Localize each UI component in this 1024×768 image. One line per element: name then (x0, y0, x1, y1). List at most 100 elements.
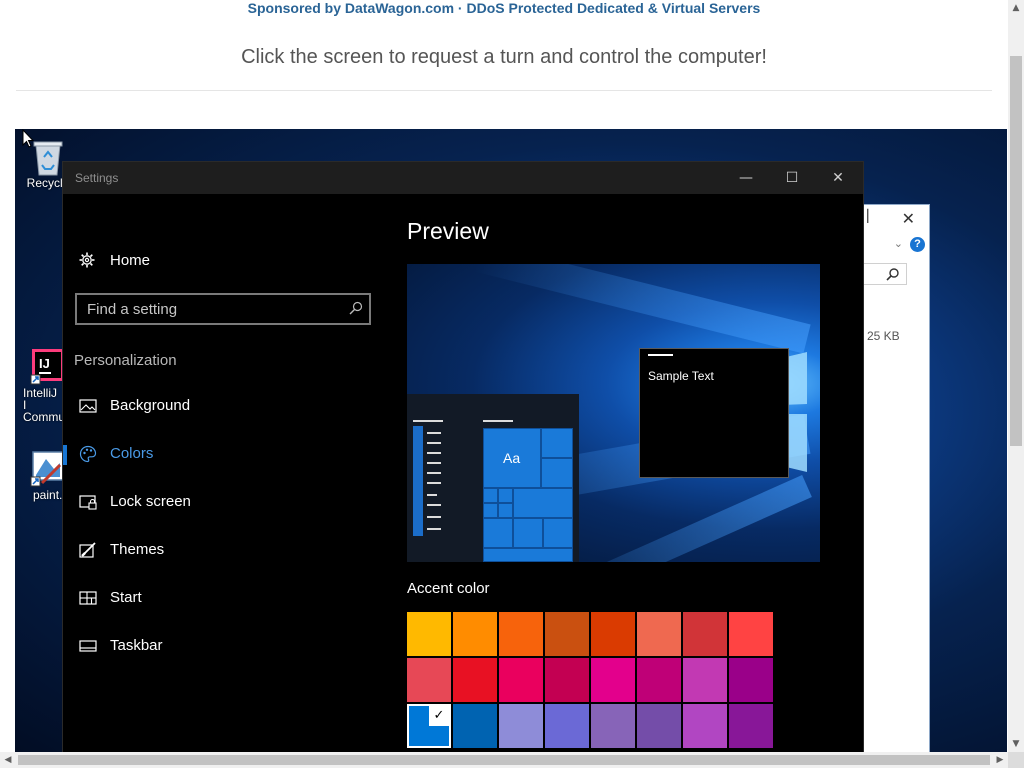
active-indicator (63, 445, 67, 465)
gear-icon (79, 252, 95, 268)
preview-tile (483, 548, 573, 562)
nav-item-themes[interactable]: Themes (63, 528, 383, 572)
accent-swatch[interactable] (545, 658, 589, 702)
preview-tile (483, 518, 513, 548)
accent-swatch[interactable] (591, 658, 635, 702)
title-bar[interactable]: Settings — ☐ ✕ (63, 162, 863, 194)
accent-swatch[interactable] (407, 658, 451, 702)
lock-screen-icon (79, 495, 97, 510)
svg-text:IJ: IJ (39, 356, 50, 371)
nav-item-background[interactable]: Background (63, 384, 383, 428)
start-menu-icon (79, 591, 97, 605)
accent-swatch[interactable] (637, 612, 681, 656)
accent-swatch[interactable] (683, 704, 727, 748)
theme-preview: Aa Sample Text (407, 264, 820, 562)
find-setting-input[interactable] (77, 295, 337, 323)
preview-tile (483, 503, 498, 518)
horizontal-scrollbar[interactable]: ◀ ▶ (0, 752, 1008, 768)
preview-menu-line (413, 420, 443, 422)
explorer-close-button[interactable]: ✕ (902, 209, 915, 229)
help-icon[interactable]: ? (910, 237, 925, 252)
preview-tiles: Aa (483, 428, 573, 562)
settings-window[interactable]: Settings — ☐ ✕ Home Find a setting Perso… (62, 161, 864, 752)
nav-label: Background (110, 397, 191, 414)
accent-swatch[interactable] (453, 704, 497, 748)
search-icon (886, 268, 899, 281)
preview-menu-line (427, 462, 441, 464)
horizontal-scroll-thumb[interactable] (18, 755, 990, 765)
accent-swatch[interactable] (453, 612, 497, 656)
accent-swatch[interactable] (683, 658, 727, 702)
preview-menu-line (427, 442, 441, 444)
accent-swatch[interactable] (453, 658, 497, 702)
colors-content-pane: Preview Aa Sample Text Accent color ✓ (393, 194, 863, 752)
preview-tile (513, 488, 573, 518)
vertical-scrollbar[interactable]: ▲ ▼ (1008, 0, 1024, 752)
accent-swatch[interactable] (499, 704, 543, 748)
accent-swatch[interactable] (545, 612, 589, 656)
preview-menu-line (427, 528, 441, 530)
preview-sample-window: Sample Text (639, 348, 789, 478)
accent-color-heading: Accent color (407, 580, 490, 597)
accent-swatch[interactable] (545, 704, 589, 748)
vertical-scroll-thumb[interactable] (1010, 56, 1022, 446)
close-button[interactable]: ✕ (815, 162, 861, 194)
preview-tile (541, 428, 573, 458)
accent-swatch[interactable] (407, 612, 451, 656)
nav-item-start[interactable]: Start (63, 576, 383, 620)
remote-desktop-screen[interactable]: Recycle IJ IntelliJ I Commu paint.n ✕ ⌄ … (15, 129, 1007, 752)
accent-swatch[interactable] (637, 658, 681, 702)
accent-swatch[interactable] (591, 704, 635, 748)
search-icon (349, 301, 363, 315)
scroll-left-arrow-icon[interactable]: ◀ (0, 752, 16, 768)
nav-label: Lock screen (110, 493, 191, 510)
preview-tile (498, 488, 513, 503)
intellij-idea-icon: IJ (30, 347, 66, 385)
preview-start-menu: Aa (407, 394, 579, 562)
preview-taskbar-accent (413, 426, 423, 536)
accent-swatch[interactable]: ✓ (407, 704, 451, 748)
accent-swatch[interactable] (499, 658, 543, 702)
taskbar-icon (79, 640, 97, 652)
preview-menu-line (427, 432, 441, 434)
section-title-personalization: Personalization (74, 352, 177, 369)
sponsor-banner[interactable]: Sponsored by DataWagon.com · DDoS Protec… (0, 0, 1008, 16)
nav-item-taskbar[interactable]: Taskbar (63, 624, 383, 668)
preview-menu-line (483, 420, 513, 422)
preview-menu-line (427, 452, 441, 454)
mouse-cursor-icon (22, 129, 34, 148)
preview-menu-line (427, 516, 441, 518)
scroll-down-arrow-icon[interactable]: ▼ (1008, 736, 1024, 752)
paint-icon (30, 449, 66, 487)
scroll-up-arrow-icon[interactable]: ▲ (1008, 0, 1024, 16)
accent-swatch[interactable] (729, 612, 773, 656)
accent-swatch[interactable] (499, 612, 543, 656)
find-setting-search[interactable] (75, 293, 371, 325)
preview-menu-line (427, 494, 437, 496)
settings-nav-pane: Home Personalization Background (63, 194, 393, 752)
nav-label: Themes (110, 541, 165, 558)
divider (16, 90, 992, 91)
accent-swatch[interactable] (683, 612, 727, 656)
maximize-button[interactable]: ☐ (769, 162, 815, 194)
scroll-right-arrow-icon[interactable]: ▶ (992, 752, 1008, 768)
preview-tile (543, 518, 573, 548)
nav-item-colors[interactable]: Colors (63, 432, 383, 476)
home-label: Home (110, 252, 151, 269)
accent-swatch[interactable] (729, 658, 773, 702)
nav-item-lock-screen[interactable]: Lock screen (63, 480, 383, 524)
preview-tile (498, 503, 513, 518)
accent-swatch[interactable] (591, 612, 635, 656)
preview-window-titleline (648, 354, 673, 356)
accent-swatch[interactable] (729, 704, 773, 748)
nav-label: Colors (110, 445, 154, 462)
light-beam (473, 264, 811, 354)
nav-label: Taskbar (110, 637, 163, 654)
instruction-text: Click the screen to request a turn and c… (241, 46, 767, 68)
preview-tile (541, 458, 573, 488)
minimize-button[interactable]: — (723, 162, 769, 194)
themes-brush-icon (79, 542, 96, 558)
chevron-down-icon[interactable]: ⌄ (894, 237, 903, 250)
desktop-icon-label: IntelliJ I Commu (23, 386, 66, 424)
accent-swatch[interactable] (637, 704, 681, 748)
